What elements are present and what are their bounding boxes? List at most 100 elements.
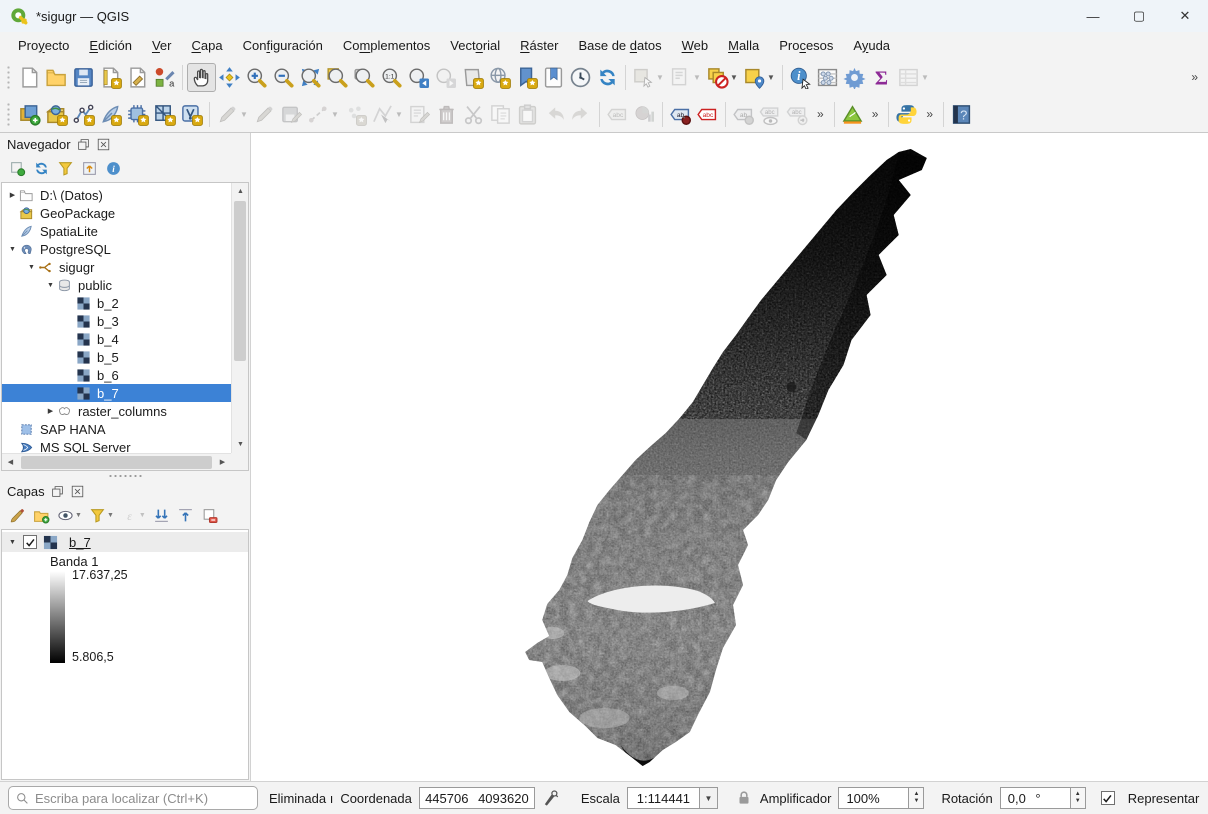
dropdown-arrow-icon[interactable]: ▼ [692,73,702,82]
collapse-all-browser-button[interactable] [81,160,98,177]
redo-button[interactable] [568,100,595,129]
open-project-button[interactable] [43,63,70,92]
scale-combobox[interactable]: 1:114441 ▼ [627,787,718,809]
browser-item-sap-hana[interactable]: SAP HANA [2,420,231,438]
data-source-manager-button[interactable] [16,100,43,129]
menu-complementos[interactable]: Complementos [333,35,440,56]
close-panel-icon[interactable] [96,137,111,152]
scroll-left-icon[interactable]: ◀ [2,454,19,471]
layer-diagram-button[interactable] [631,100,658,129]
spinner-arrows-icon[interactable]: ▲▼ [1070,787,1086,809]
toolbar-overflow-button[interactable]: » [920,107,939,121]
browser-item-b-4[interactable]: b_4 [2,330,231,348]
rotation-value[interactable]: 0,0 ° [1000,787,1070,809]
copy-features-button[interactable] [487,100,514,129]
browser-item-b-3[interactable]: b_3 [2,312,231,330]
refresh-browser-button[interactable] [33,160,50,177]
identify-features-button[interactable]: i [787,63,814,92]
filter-legend-button[interactable]: ▼ [89,507,114,524]
coordinate-capture-icon[interactable] [542,789,560,807]
dropdown-arrow-icon[interactable]: ▼ [75,512,82,519]
float-panel-icon[interactable] [76,137,91,152]
menu-edici-n[interactable]: Edición [79,35,142,56]
menu-procesos[interactable]: Procesos [769,35,843,56]
delete-selected-button[interactable] [433,100,460,129]
browser-item-b-7[interactable]: b_7 [2,384,231,402]
new-mesh-layer-button[interactable] [151,100,178,129]
remove-layer-button[interactable] [201,507,218,524]
new-shapefile-layer-button[interactable] [70,100,97,129]
zoom-full-button[interactable] [297,63,324,92]
digitize-with-segment-button[interactable]: ▼ [305,100,342,129]
paste-features-button[interactable] [514,100,541,129]
open-layer-styling-button[interactable] [9,507,26,524]
change-label-button[interactable]: abc [784,100,811,129]
map-canvas[interactable] [250,133,1208,781]
browser-item-raster-columns[interactable]: ▶raster_columns [2,402,231,420]
dropdown-arrow-icon[interactable]: ▼ [330,110,340,119]
layer-labeling-button[interactable]: abc [604,100,631,129]
cut-features-button[interactable] [460,100,487,129]
deselect-features-button[interactable]: ▼ [704,63,741,92]
scroll-right-icon[interactable]: ▶ [214,454,231,471]
browser-item-d-datos[interactable]: ▶D:\ (Datos) [2,186,231,204]
processing-toolbox-button[interactable] [841,63,868,92]
layer-visibility-checkbox[interactable] [23,535,37,549]
locator-search-input[interactable]: Escriba para localizar (Ctrl+K) [8,786,258,810]
dropdown-arrow-icon[interactable]: ▼ [239,110,249,119]
pan-map-button[interactable] [187,63,216,92]
scroll-thumb[interactable] [234,201,246,361]
properties-widget-button[interactable]: i [105,160,122,177]
add-selected-layers-button[interactable] [9,160,26,177]
new-spatialite-layer-button[interactable] [97,100,124,129]
show-statistics-button[interactable]: Σ [868,63,895,92]
filter-by-expression-button[interactable]: ε▼ [121,507,146,524]
zoom-to-selection-button[interactable] [324,63,351,92]
menu-web[interactable]: Web [672,35,719,56]
expand-all-layers-button[interactable] [153,507,170,524]
magnifier-spinbox[interactable]: 100% ▲▼ [838,787,924,809]
grass-tools-button[interactable] [839,100,866,129]
save-project-button[interactable] [70,63,97,92]
new-3d-map-view-button[interactable] [486,63,513,92]
lock-scale-icon[interactable] [735,789,753,807]
close-panel-icon[interactable] [70,484,85,499]
menu-malla[interactable]: Malla [718,35,769,56]
browser-item-geopackage[interactable]: GeoPackage [2,204,231,222]
menu-ayuda[interactable]: Ayuda [843,35,900,56]
refresh-map-button[interactable] [594,63,621,92]
magnifier-value[interactable]: 100% [838,787,908,809]
browser-item-sigugr[interactable]: ▼sigugr [2,258,231,276]
browser-item-postgresql[interactable]: ▼PostgreSQL [2,240,231,258]
dropdown-arrow-icon[interactable]: ▼ [394,110,404,119]
maximize-button[interactable]: ▢ [1116,0,1162,32]
panel-splitter[interactable] [0,472,250,480]
browser-item-public[interactable]: ▼public [2,276,231,294]
toolbar-overflow-button[interactable]: » [811,107,830,121]
help-contents-button[interactable]: ? [948,100,975,129]
select-by-location-button[interactable]: ▼ [741,63,778,92]
render-checkbox[interactable] [1101,791,1115,805]
add-group-button[interactable] [33,507,50,524]
menu-ver[interactable]: Ver [142,35,182,56]
browser-item-b-2[interactable]: b_2 [2,294,231,312]
pin-labels-button[interactable]: ab [667,100,694,129]
filter-browser-button[interactable] [57,160,74,177]
current-edits-button[interactable]: ▼ [214,100,251,129]
new-project-button[interactable] [16,63,43,92]
new-geopackage-layer-button[interactable] [43,100,70,129]
new-map-view-button[interactable] [459,63,486,92]
menu-base-de-datos[interactable]: Base de datos [568,35,671,56]
show-spatial-bookmarks-button[interactable] [540,63,567,92]
manage-map-themes-button[interactable]: ▼ [57,507,82,524]
python-console-button[interactable] [893,100,920,129]
undo-button[interactable] [541,100,568,129]
collapse-all-layers-button[interactable] [177,507,194,524]
browser-item-spatialite[interactable]: SpatiaLite [2,222,231,240]
zoom-next-button[interactable] [432,63,459,92]
modify-attributes-button[interactable] [406,100,433,129]
zoom-out-button[interactable] [270,63,297,92]
show-hide-labels-button[interactable]: abc [757,100,784,129]
expander-icon[interactable]: ▶ [6,191,19,199]
new-spatial-bookmark-button[interactable] [513,63,540,92]
